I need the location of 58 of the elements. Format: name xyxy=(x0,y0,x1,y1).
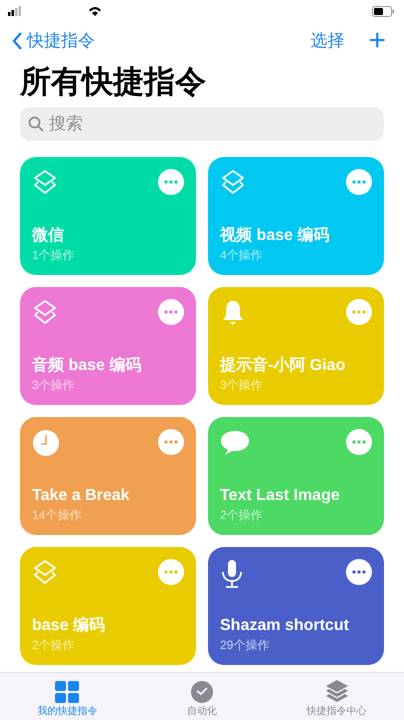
clock-icon xyxy=(32,429,60,457)
search-icon xyxy=(28,116,44,132)
ellipsis-icon xyxy=(352,570,366,574)
shortcut-card[interactable]: Take a Break 14个操作 xyxy=(20,417,196,535)
shortcut-name: 视频 base 编码 xyxy=(220,225,330,246)
shortcut-card[interactable]: 微信 1个操作 xyxy=(20,157,196,275)
action-count: 3个操作 xyxy=(32,377,76,393)
grid-icon xyxy=(55,681,80,703)
tab[interactable]: 自动化 xyxy=(134,673,270,720)
clock-check-icon xyxy=(191,681,213,703)
shortcut-name: 微信 xyxy=(32,226,65,246)
action-count: 1个操作 xyxy=(32,247,76,263)
tab[interactable]: 快捷指令中心 xyxy=(269,673,404,720)
shortcut-name: Shazam shortcut xyxy=(220,616,350,636)
shortcut-name: Text Last Image xyxy=(220,486,341,506)
more-button[interactable] xyxy=(158,299,184,325)
layers-icon xyxy=(32,169,58,197)
battery-icon xyxy=(372,6,394,16)
signal-icon xyxy=(8,6,22,16)
action-count: 2个操作 xyxy=(32,637,76,653)
ellipsis-icon xyxy=(352,440,366,444)
bell-icon xyxy=(220,299,246,327)
action-count: 2个操作 xyxy=(220,507,264,523)
shortcut-card[interactable]: Shazam shortcut 29个操作 xyxy=(208,547,384,665)
shortcut-name: 提示音-小阿 Giao xyxy=(220,355,346,376)
back-button[interactable]: 快捷指令 xyxy=(12,28,95,54)
wifi-icon xyxy=(88,6,102,16)
tab[interactable]: 我的快捷指令 xyxy=(0,673,135,720)
layers-icon xyxy=(32,559,58,587)
page-title: 所有快捷指令 xyxy=(18,63,207,101)
chevron-left-icon xyxy=(12,32,23,50)
shortcut-name: Take a Break xyxy=(32,486,131,506)
shortcut-card[interactable]: base 编码 2个操作 xyxy=(20,547,196,665)
search-field[interactable]: 搜索 xyxy=(20,107,384,141)
more-button[interactable] xyxy=(346,559,372,585)
shortcut-card[interactable]: Text Last Image 2个操作 xyxy=(208,417,384,535)
add-button[interactable]: + xyxy=(368,26,386,56)
shortcut-card[interactable]: 视频 base 编码 4个操作 xyxy=(208,157,384,275)
ellipsis-icon xyxy=(164,440,178,444)
layers-icon xyxy=(220,169,246,197)
ellipsis-icon xyxy=(352,310,366,314)
speech-bubble-icon xyxy=(220,429,250,457)
shortcut-card[interactable]: 音频 base 编码 3个操作 xyxy=(20,287,196,405)
action-count: 29个操作 xyxy=(220,637,270,653)
action-count: 3个操作 xyxy=(220,377,264,393)
ellipsis-icon xyxy=(164,310,178,314)
shortcut-card[interactable]: 提示音-小阿 Giao 3个操作 xyxy=(208,287,384,405)
shortcut-name: 音频 base 编码 xyxy=(32,355,142,376)
layers-icon xyxy=(32,299,58,327)
stack-icon xyxy=(324,679,349,703)
action-count: 14个操作 xyxy=(32,507,82,523)
ellipsis-icon xyxy=(352,180,366,184)
select-button[interactable]: 选择 xyxy=(310,28,344,54)
action-count: 4个操作 xyxy=(220,247,264,263)
ellipsis-icon xyxy=(164,570,178,574)
ellipsis-icon xyxy=(164,180,178,184)
microphone-icon xyxy=(220,559,244,589)
shortcut-name: base 编码 xyxy=(32,615,106,636)
